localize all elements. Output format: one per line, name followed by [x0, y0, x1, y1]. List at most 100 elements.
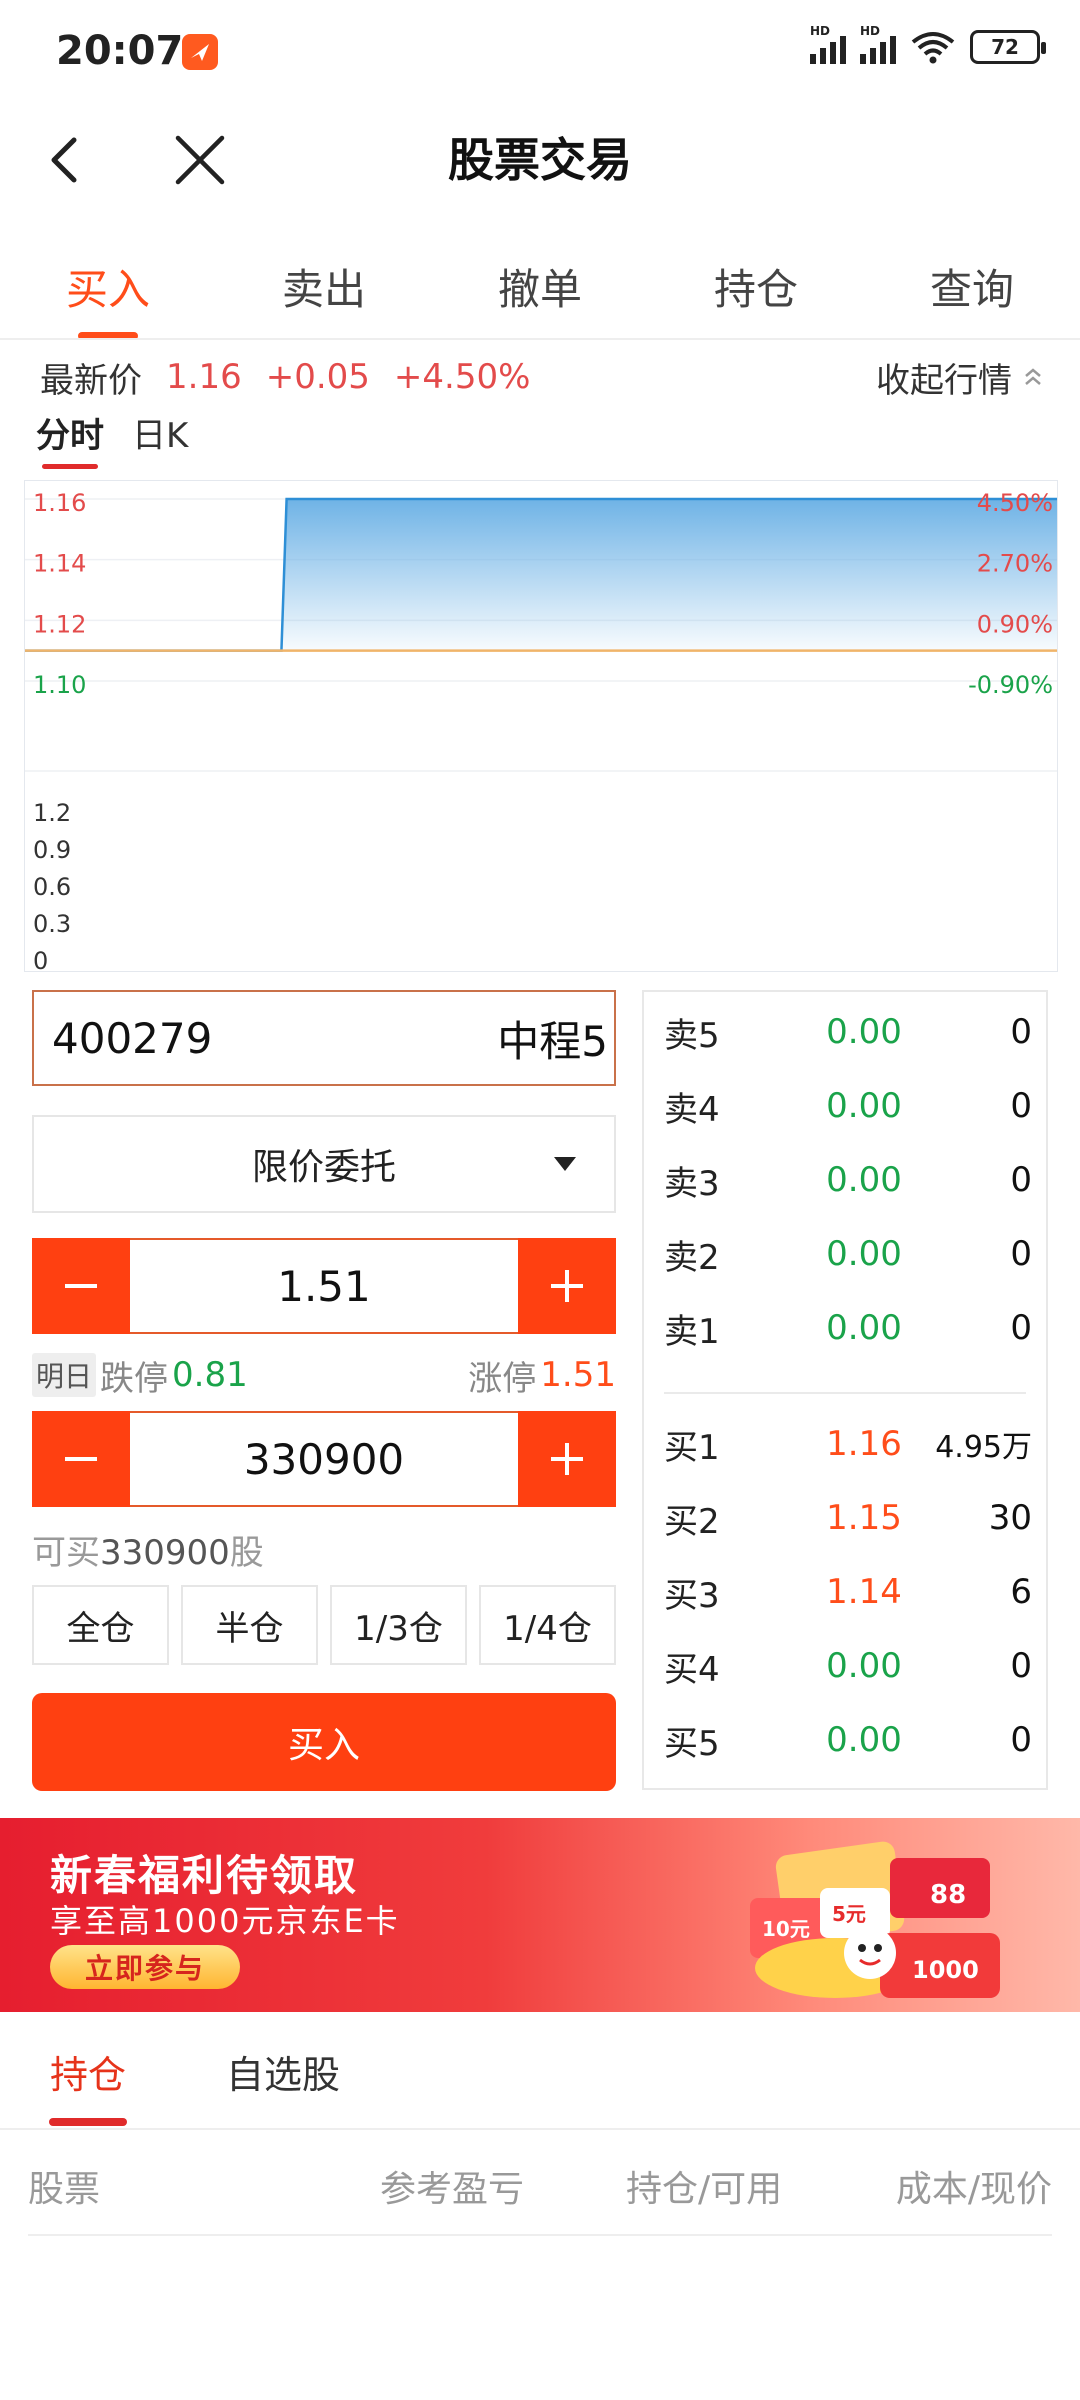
- holdings-tabs: 持仓 自选股: [0, 2030, 1080, 2130]
- bid-row[interactable]: 买2 1.15 30: [644, 1488, 1050, 1548]
- price-area: [25, 499, 1057, 651]
- chart-tab-intraday[interactable]: 分时: [36, 408, 104, 469]
- bid-label: 买2: [664, 1501, 720, 1542]
- collapse-quote-button[interactable]: 收起行情: [876, 352, 1044, 402]
- position-buttons: 全仓 半仓 1/3仓 1/4仓: [32, 1585, 616, 1665]
- can-buy-prefix: 可买: [32, 1533, 100, 1573]
- bid-volume: 0: [1010, 1720, 1032, 1760]
- tab-positions[interactable]: 持仓: [0, 2030, 176, 2130]
- can-buy-unit: 股: [229, 1533, 264, 1573]
- price-plus-button[interactable]: [518, 1238, 616, 1334]
- ask-row[interactable]: 卖2 0.00 0: [644, 1224, 1050, 1284]
- bid-price: 1.16: [826, 1424, 902, 1464]
- signal-icon: HD: [810, 24, 846, 64]
- quantity-plus-button[interactable]: [518, 1411, 616, 1507]
- quantity-stepper: 330900: [32, 1411, 616, 1507]
- gift-card-illustration: 10元 5元 88 1000: [750, 1841, 1000, 1998]
- bid-row[interactable]: 买1 1.16 4.95万: [644, 1414, 1050, 1474]
- promo-banner[interactable]: 新春福利待领取 享至高1000元京东E卡 立即参与 10元 5元 88 1000: [0, 1818, 1080, 2012]
- bid-row[interactable]: 买3 1.14 6: [644, 1562, 1050, 1622]
- ask-price: 0.00: [826, 1234, 902, 1274]
- order-book-divider: [664, 1392, 1026, 1394]
- quote-row: 最新价 1.16 +0.05 +4.50%: [40, 352, 530, 402]
- back-icon[interactable]: [40, 130, 90, 190]
- can-buy-info: 可买330900股: [32, 1525, 264, 1574]
- col-stock: 股票: [28, 2169, 101, 2210]
- price-tick-label: 1.10: [33, 671, 86, 699]
- battery-icon: 72: [970, 30, 1046, 64]
- position-full-button[interactable]: 全仓: [32, 1585, 169, 1665]
- tab-buy[interactable]: 买入: [0, 250, 216, 340]
- holdings-tabs-divider: [0, 2128, 1080, 2130]
- tab-watchlist[interactable]: 自选股: [176, 2030, 390, 2130]
- status-bar: 20:07 HD HD 72: [0, 0, 1080, 105]
- app-notification-icon: [182, 34, 218, 70]
- coupon-10-label: 10元: [762, 1917, 810, 1941]
- order-book: 卖5 0.00 0 卖4 0.00 0 卖3 0.00 0 卖2 0.00 0 …: [642, 990, 1048, 1790]
- quantity-minus-button[interactable]: [32, 1411, 130, 1507]
- ask-row[interactable]: 卖3 0.00 0: [644, 1150, 1050, 1210]
- bid-price: 0.00: [826, 1646, 902, 1686]
- limit-down-value[interactable]: 0.81: [172, 1355, 248, 1395]
- order-type-value: 限价委托: [251, 1147, 396, 1188]
- volume-tick-label: 1.2: [33, 799, 71, 827]
- ask-row[interactable]: 卖5 0.00 0: [644, 1002, 1050, 1062]
- dropdown-arrow-icon: [554, 1157, 576, 1171]
- col-cost-price: 成本/现价: [895, 2169, 1052, 2210]
- latest-price-label: 最新价: [40, 360, 142, 401]
- limit-up-value[interactable]: 1.51: [540, 1355, 616, 1395]
- wifi-icon: [911, 32, 955, 64]
- price-tick-label: 1.12: [33, 610, 86, 638]
- banner-subtitle: 享至高1000元京东E卡: [50, 1902, 400, 1940]
- bid-row[interactable]: 买4 0.00 0: [644, 1636, 1050, 1696]
- position-third-button[interactable]: 1/3仓: [330, 1585, 467, 1665]
- trade-tabs: 买入 卖出 撤单 持仓 查询: [0, 250, 1080, 340]
- bid-label: 买1: [664, 1427, 720, 1468]
- quantity-input[interactable]: 330900: [130, 1411, 518, 1507]
- plus-icon: [551, 1270, 583, 1302]
- tab-sell[interactable]: 卖出: [216, 250, 432, 340]
- close-icon[interactable]: [170, 130, 230, 190]
- bid-label: 买4: [664, 1649, 720, 1690]
- price-minus-button[interactable]: [32, 1238, 130, 1334]
- ask-volume: 0: [1010, 1012, 1032, 1052]
- pct-tick-label: 0.90%: [977, 610, 1053, 638]
- bid-volume: 0: [1010, 1646, 1032, 1686]
- buy-button[interactable]: 买入: [32, 1693, 616, 1791]
- stock-code-input[interactable]: 400279 中程5: [32, 990, 616, 1086]
- coupon-88-label: 88: [930, 1880, 966, 1910]
- bid-row[interactable]: 买5 0.00 0: [644, 1710, 1050, 1770]
- ask-volume: 0: [1010, 1160, 1032, 1200]
- bid-volume: 4.95万: [935, 1430, 1032, 1465]
- price-tick-label: 1.14: [33, 550, 86, 578]
- ask-row[interactable]: 卖4 0.00 0: [644, 1076, 1050, 1136]
- order-type-select[interactable]: 限价委托: [32, 1115, 616, 1213]
- pct-tick-label: 2.70%: [977, 550, 1053, 578]
- ask-price: 0.00: [826, 1012, 902, 1052]
- minus-icon: [65, 1284, 97, 1288]
- col-pnl: 参考盈亏: [380, 2169, 525, 2210]
- ask-row[interactable]: 卖1 0.00 0: [644, 1298, 1050, 1358]
- limit-up-label: 涨停: [468, 1358, 537, 1399]
- bid-volume: 6: [1010, 1572, 1032, 1612]
- stock-code: 400279: [52, 1013, 213, 1063]
- status-time: 20:07: [56, 28, 184, 74]
- price-input[interactable]: 1.51: [130, 1238, 518, 1334]
- position-quarter-button[interactable]: 1/4仓: [479, 1585, 616, 1665]
- pct-tick-label: -0.90%: [968, 671, 1053, 699]
- signal-hd-label-2: HD: [860, 24, 881, 38]
- banner-join-button[interactable]: 立即参与: [50, 1945, 240, 1989]
- volume-tick-label: 0: [33, 947, 48, 972]
- position-half-button[interactable]: 半仓: [181, 1585, 318, 1665]
- latest-price: 1.16: [166, 357, 242, 397]
- can-buy-quantity: 330900: [100, 1533, 230, 1573]
- col-position: 持仓/可用: [626, 2169, 783, 2210]
- bid-label: 买5: [664, 1723, 720, 1764]
- price-change-pct: +4.50%: [393, 357, 531, 397]
- plus-icon: [551, 1443, 583, 1475]
- volume-tick-label: 0.9: [33, 836, 71, 864]
- tab-query[interactable]: 查询: [864, 250, 1080, 340]
- tab-holdings[interactable]: 持仓: [648, 250, 864, 340]
- chart-tab-daily-k[interactable]: 日K: [132, 408, 188, 469]
- tab-cancel[interactable]: 撤单: [432, 250, 648, 340]
